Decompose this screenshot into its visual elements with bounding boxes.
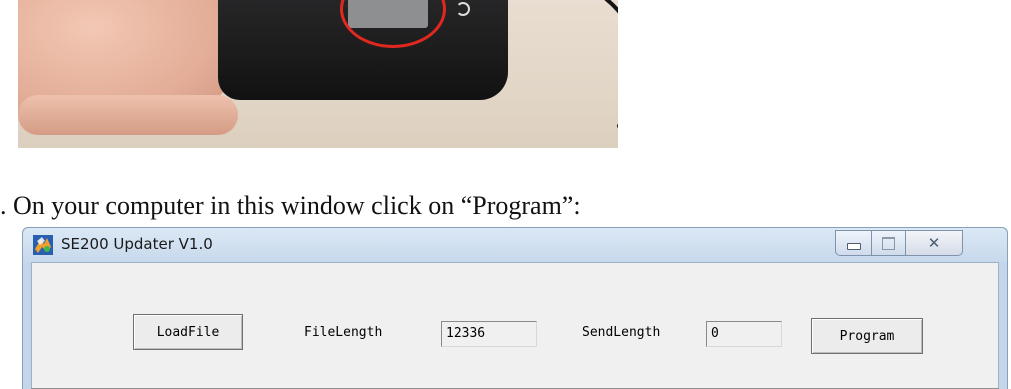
- close-button[interactable]: ✕: [905, 230, 963, 256]
- window-title: SE200 Updater V1.0: [61, 235, 213, 253]
- send-length-label: SendLength: [582, 325, 661, 340]
- thumb-image: [18, 95, 238, 135]
- title-bar[interactable]: SE200 Updater V1.0 ✕: [23, 228, 1007, 262]
- close-icon: ✕: [927, 234, 941, 252]
- send-length-field[interactable]: 0: [706, 321, 782, 347]
- maximize-button[interactable]: [871, 230, 905, 256]
- program-button[interactable]: Program: [811, 318, 923, 354]
- window-client-area: LoadFile FileLength 12336 SendLength 0 P…: [31, 262, 999, 389]
- file-length-label: FileLength: [304, 325, 383, 340]
- minimize-button[interactable]: [835, 230, 871, 256]
- maximize-icon: [882, 236, 895, 250]
- updater-window: SE200 Updater V1.0 ✕ LoadFile FileLength…: [22, 227, 1008, 389]
- load-file-button[interactable]: LoadFile: [133, 314, 243, 350]
- power-button-icon: [456, 2, 470, 16]
- minimize-icon: [846, 242, 861, 250]
- instruction-caption: . On your computer in this window click …: [0, 191, 581, 220]
- cable-image: [470, 0, 618, 132]
- app-icon: [33, 235, 53, 255]
- file-length-field[interactable]: 12336: [441, 321, 537, 347]
- device-photo: [18, 0, 618, 148]
